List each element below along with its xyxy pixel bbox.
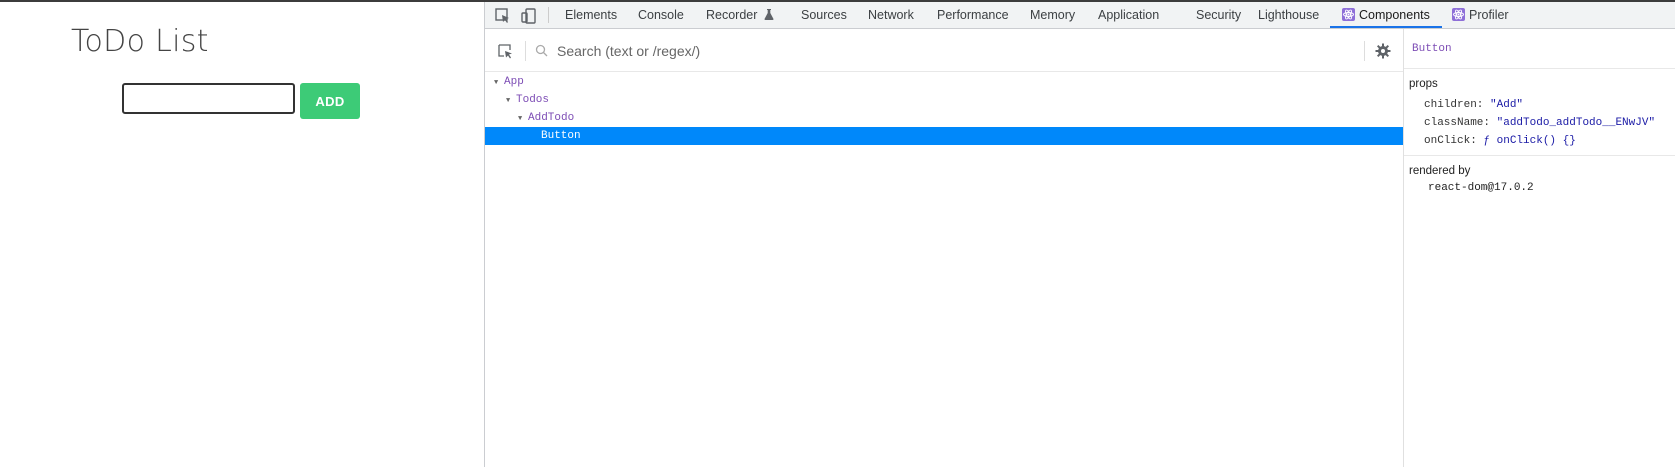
tab-components[interactable]: Components — [1330, 2, 1442, 28]
add-button[interactable]: ADD — [300, 83, 360, 119]
tree-node-todos[interactable]: ▼ Todos — [485, 91, 1403, 109]
page-title: ToDo List — [71, 24, 209, 59]
selected-component-name: Button — [1404, 29, 1675, 69]
rendered-by-title: rendered by — [1409, 165, 1471, 177]
prop-row[interactable]: children: "Add" — [1404, 96, 1675, 114]
flask-icon — [761, 8, 774, 22]
tab-memory[interactable]: Memory — [1030, 2, 1075, 28]
tab-components-label: Components — [1359, 8, 1430, 22]
caret-down-icon[interactable]: ▼ — [518, 110, 528, 128]
component-tree-panel: ▼App ▼Todos ▼AddTodo Button — [485, 29, 1403, 467]
props-section-title: props — [1409, 78, 1438, 90]
tab-performance[interactable]: Performance — [937, 2, 1009, 28]
select-element-icon[interactable] — [497, 43, 513, 64]
component-search-input[interactable] — [555, 40, 1339, 62]
prop-row[interactable]: onClick: ƒ onClick() {} — [1404, 132, 1675, 150]
gear-icon[interactable] — [1375, 43, 1391, 64]
tab-console[interactable]: Console — [638, 2, 684, 28]
tab-profiler-label: Profiler — [1469, 8, 1509, 22]
props-inspector-panel: Button props children: "Add" className: … — [1403, 29, 1675, 467]
devtools-panel: Elements Console Recorder Sources Networ… — [484, 2, 1675, 467]
prop-row[interactable]: className: "addTodo_addTodo__ENwJV" — [1404, 114, 1675, 132]
tab-recorder[interactable]: Recorder — [706, 2, 774, 28]
tab-security[interactable]: Security — [1196, 2, 1241, 28]
react-icon — [1452, 8, 1465, 21]
tabbar-separator — [548, 7, 549, 23]
tab-network[interactable]: Network — [868, 2, 914, 28]
component-tree: ▼ App ▼ Todos ▼ AddTodo Button — [485, 73, 1403, 145]
caret-down-icon[interactable]: ▼ — [506, 92, 516, 110]
tree-node-button[interactable]: Button — [485, 127, 1403, 145]
tab-sources[interactable]: Sources — [801, 2, 847, 28]
app-viewport: ToDo List ADD — [0, 2, 484, 467]
devtools-tabbar: Elements Console Recorder Sources Networ… — [485, 2, 1675, 29]
tab-recorder-label: Recorder — [706, 8, 758, 22]
search-icon — [535, 44, 548, 62]
device-toolbar-icon[interactable] — [520, 7, 538, 25]
todo-input[interactable] — [122, 83, 295, 114]
tab-lighthouse[interactable]: Lighthouse — [1258, 2, 1319, 28]
caret-down-icon[interactable]: ▼ — [494, 74, 504, 92]
rendered-by-value[interactable]: react-dom@17.0.2 — [1404, 179, 1675, 197]
tab-profiler[interactable]: Profiler — [1452, 2, 1509, 28]
react-icon — [1342, 8, 1355, 21]
component-search-bar — [485, 29, 1403, 72]
props-list: children: "Add" className: "addTodo_addT… — [1404, 96, 1675, 150]
tab-elements[interactable]: Elements — [565, 2, 617, 28]
search-separator — [525, 41, 526, 61]
tab-application[interactable]: Application — [1098, 2, 1159, 28]
inspect-element-icon[interactable] — [494, 7, 512, 25]
section-divider — [1404, 155, 1675, 156]
search-separator — [1364, 41, 1365, 61]
tree-node-app[interactable]: ▼ App — [485, 73, 1403, 91]
tree-node-addtodo[interactable]: ▼ AddTodo — [485, 109, 1403, 127]
